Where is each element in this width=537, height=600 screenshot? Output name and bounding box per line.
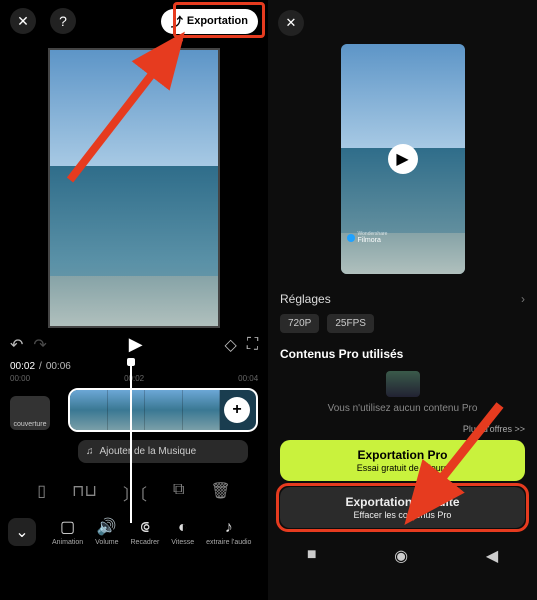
time-total: 00:06 [46,361,71,372]
help-button[interactable]: ? [50,8,76,34]
edit-cut-icon[interactable]: 〕〔 [123,481,147,505]
keyframe-button[interactable]: ◇ [225,335,237,355]
play-button[interactable]: ▶ [388,144,418,174]
resolution-chip[interactable]: 720P [280,314,319,333]
tool-volume[interactable]: 🔊Volume [95,517,118,546]
tool-crop[interactable]: ⟃Recadrer [131,519,160,546]
ruler-tick: 00:02 [124,374,144,383]
edit-layers-icon[interactable]: ▯ [37,481,46,505]
timeline[interactable]: couverture 6.2s ⟳ personnaliser + ♫ Ajou… [0,388,268,463]
play-button[interactable]: ▶ [129,334,143,355]
export-button[interactable]: ⤴ Exportation [161,9,258,34]
export-free-sub: Effacer les contenus Pro [280,510,525,520]
add-clip-button[interactable]: + [224,397,250,423]
export-pro-button[interactable]: Exportation Pro Essai gratuit de 3 jours [280,440,525,481]
tools-collapse-button[interactable]: ⌄ [8,518,36,546]
export-icon: ⤴ [171,13,183,30]
video-clip[interactable]: 6.2s ⟳ personnaliser + [68,388,258,432]
extract-audio-icon: ♪ [225,519,233,537]
filmora-logo-icon [347,234,355,242]
clip-duration-pill: 6.2s [74,388,95,389]
nav-recents-icon[interactable]: ■ [307,546,317,566]
tool-extract-audio[interactable]: ♪extraire l'audio [206,519,251,546]
video-preview[interactable] [48,48,220,328]
cover-label: couverture [13,421,46,428]
cover-thumbnail[interactable]: couverture [10,396,50,430]
more-offers-link[interactable]: Plus d'offres >> [268,424,537,434]
edit-split-icon[interactable]: ⊓⊔ [72,481,97,505]
redo-button[interactable]: ↷ [33,335,46,355]
crop-icon: ⟃ [140,519,150,537]
close-button[interactable]: ✕ [10,8,36,34]
timeline-ruler[interactable]: 00:00 00:02 00:04 [10,374,258,384]
speed-icon: ◐ [178,519,188,537]
edit-delete-icon[interactable]: 🗑 [210,481,230,505]
time-current: 00:02 [10,361,35,372]
export-free-title: Exportation gratuite [280,495,525,509]
export-free-button[interactable]: Exportation gratuite Effacer les contenu… [280,487,525,528]
settings-label: Réglages [280,292,331,306]
playhead[interactable] [130,362,132,523]
preview-sky [50,50,218,166]
clip-custom-pill: ⟳ personnaliser [99,388,157,389]
animation-icon: ▢ [60,517,75,537]
close-button[interactable]: ✕ [278,10,304,36]
music-icon: ♫ [86,446,94,457]
watermark: Wondershare Filmora [347,231,388,244]
tool-speed[interactable]: ◐Vitesse [171,519,194,546]
preview-shore [50,276,218,326]
add-music-button[interactable]: ♫ Ajouter de la Musique [78,440,248,463]
fps-chip[interactable]: 25FPS [327,314,374,333]
preview-sky [341,44,465,148]
clip-thumb [70,390,108,430]
chevron-right-icon: › [521,292,525,306]
export-pro-title: Exportation Pro [280,448,525,462]
clip-thumb [145,390,183,430]
edit-copy-icon[interactable]: ⧉ [173,481,184,505]
clip-thumb [108,390,146,430]
export-label: Exportation [187,15,248,27]
pro-section-title: Contenus Pro utilisés [280,341,525,365]
undo-button[interactable]: ↶ [10,335,23,355]
nav-back-icon[interactable]: ◀ [486,546,498,566]
export-pro-sub: Essai gratuit de 3 jours [280,463,525,473]
settings-row[interactable]: Réglages › [280,284,525,314]
volume-icon: 🔊 [97,517,117,537]
nav-home-icon[interactable]: ◉ [394,546,408,566]
export-preview[interactable]: ▶ Wondershare Filmora [341,44,465,274]
box-icon [386,371,420,397]
pro-content-empty: Vous n'utilisez aucun contenu Pro [280,365,525,424]
ruler-tick: 00:04 [238,374,258,383]
clip-thumb [183,390,221,430]
music-label: Ajouter de la Musique [100,446,197,457]
tool-animation[interactable]: ▢Animation [52,517,83,546]
time-sep: / [39,361,42,372]
fullscreen-button[interactable]: ⛶ [247,336,258,354]
ruler-tick: 00:00 [10,374,30,383]
